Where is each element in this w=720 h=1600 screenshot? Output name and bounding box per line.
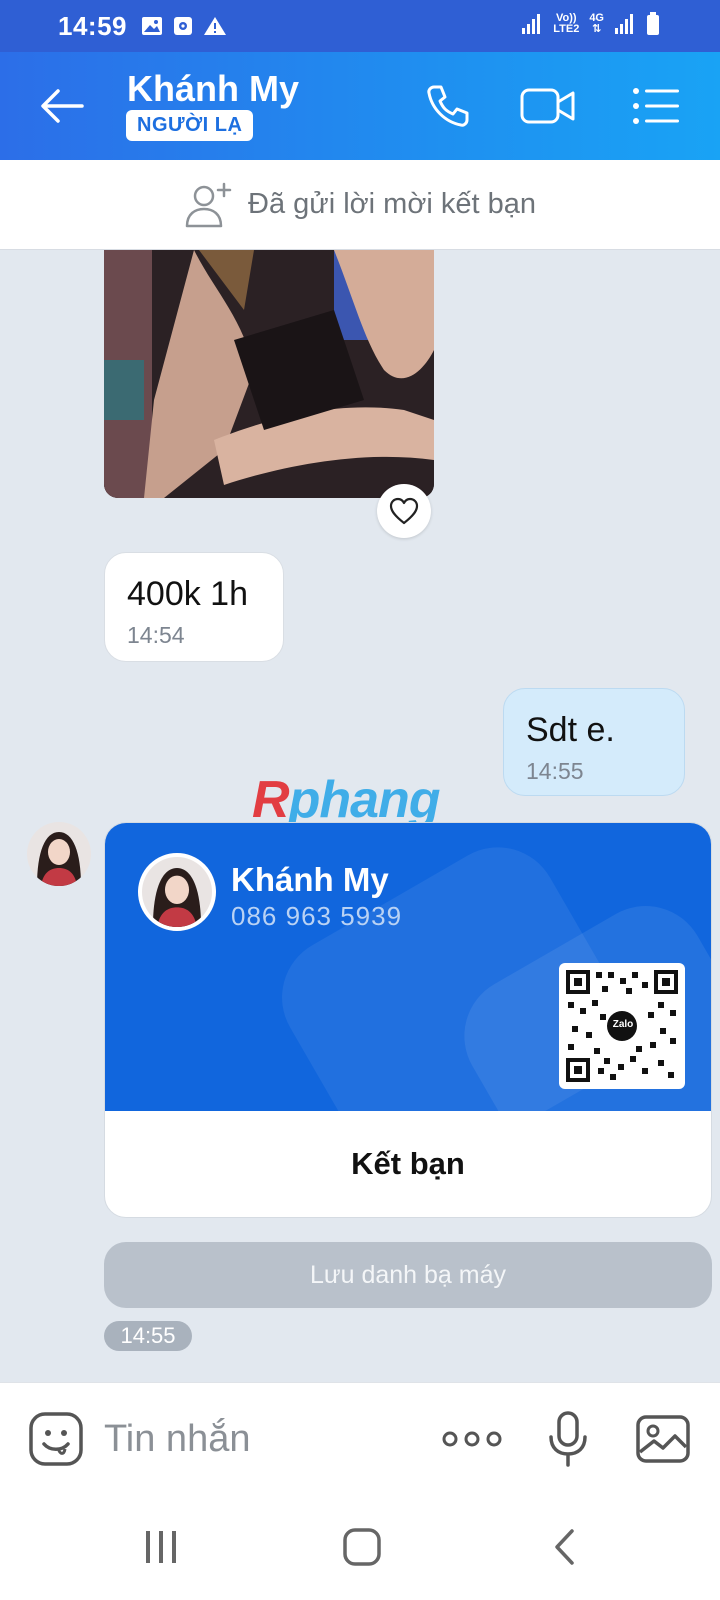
recent-apps-icon: [146, 1531, 176, 1563]
nav-back-button[interactable]: [534, 1524, 594, 1570]
add-friend-button[interactable]: Kết bạn: [105, 1111, 711, 1217]
video-call-button[interactable]: [520, 80, 576, 132]
avatar-image: [142, 857, 212, 927]
friend-request-bar: Đã gửi lời mời kết bạn: [0, 160, 720, 250]
back-arrow-icon: [41, 89, 84, 123]
menu-button[interactable]: [628, 80, 684, 132]
incoming-message[interactable]: 400k 1h 14:54: [104, 552, 284, 662]
message-text: Sdt e.: [526, 711, 615, 749]
menu-list-icon: [633, 88, 679, 124]
photo-image: [104, 250, 434, 498]
back-button[interactable]: [36, 82, 88, 130]
status-right: Vo)) LTE2 4G ⇅: [521, 12, 660, 36]
save-contact-button[interactable]: Lưu danh bạ máy: [104, 1242, 712, 1308]
message-time: 14:55: [526, 758, 584, 784]
contact-card-header: Khánh My 086 963 5939 Zalo: [105, 823, 711, 1111]
contact-card[interactable]: Khánh My 086 963 5939 Zalo Kết bạn: [104, 822, 712, 1218]
outgoing-message[interactable]: Sdt e. 14:55: [503, 688, 685, 796]
signal-icon: [522, 14, 541, 34]
card-phone-number: 086 963 5939: [231, 901, 403, 931]
qr-logo-text: Zalo: [612, 1019, 634, 1030]
image-icon: [636, 1415, 690, 1463]
microphone-icon: [549, 1411, 587, 1467]
voice-call-button[interactable]: [420, 80, 476, 132]
recent-apps-button[interactable]: [131, 1524, 191, 1570]
network-4g-label: 4G ⇅: [589, 12, 604, 35]
signal-icon-2: [615, 14, 633, 34]
warning-icon: [204, 17, 226, 35]
app-notification-icon: [174, 17, 192, 35]
watermark-logo: Rphang: [252, 771, 441, 829]
status-time: 14:59: [58, 10, 127, 41]
message-text: 400k 1h: [127, 575, 248, 613]
photo-message[interactable]: [104, 250, 434, 498]
message-input-bar: [0, 1382, 720, 1494]
video-call-icon: [520, 88, 575, 124]
system-nav-bar: [0, 1494, 720, 1600]
avatar-image: [27, 822, 91, 886]
phone-icon: [427, 85, 469, 127]
volte-label: Vo)) LTE2: [553, 12, 580, 35]
home-icon: [343, 1528, 381, 1566]
emoji-button[interactable]: [28, 1411, 84, 1467]
chat-header: Khánh My NGƯỜI LẠ: [0, 52, 720, 160]
more-icon: [442, 1431, 502, 1447]
contact-name[interactable]: Khánh My: [127, 68, 299, 110]
emoji-icon: [29, 1412, 83, 1466]
stranger-badge: NGƯỜI LẠ: [126, 110, 254, 141]
more-button[interactable]: [440, 1409, 504, 1469]
gallery-notification-icon: [142, 17, 162, 35]
battery-icon: [647, 12, 659, 35]
voice-message-button[interactable]: [545, 1409, 591, 1469]
friend-request-text: Đã gửi lời mời kết bạn: [248, 188, 536, 220]
card-time: 14:55: [104, 1321, 192, 1351]
card-avatar: [138, 853, 216, 931]
status-bar: 14:59 Vo)) LTE2 4G ⇅: [0, 0, 720, 52]
add-friend-icon: [185, 182, 232, 227]
heart-icon: [389, 497, 419, 525]
home-button[interactable]: [332, 1524, 392, 1570]
message-time: 14:54: [127, 622, 185, 648]
notification-icons: [141, 16, 227, 36]
send-image-button[interactable]: [634, 1409, 692, 1469]
card-contact-name: Khánh My: [231, 861, 389, 898]
sender-avatar[interactable]: [27, 822, 91, 886]
react-heart-button[interactable]: [377, 484, 431, 538]
nav-back-icon: [555, 1529, 574, 1565]
qr-code: Zalo: [559, 963, 685, 1089]
message-input[interactable]: [104, 1409, 404, 1469]
